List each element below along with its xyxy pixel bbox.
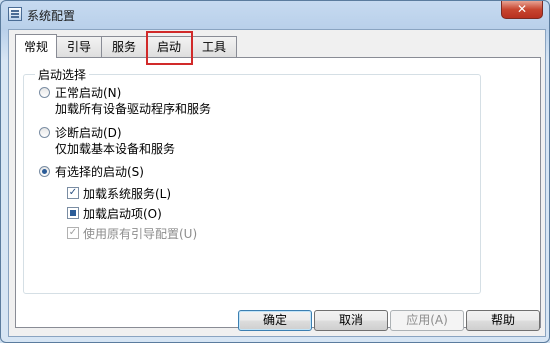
system-config-icon: [8, 7, 22, 21]
diagnostic-startup-label[interactable]: 诊断启动(D): [55, 124, 122, 141]
window-title: 系统配置: [27, 9, 76, 23]
load-system-services-label[interactable]: 加载系统服务(L): [83, 185, 171, 202]
tab-general[interactable]: 常规: [15, 34, 57, 58]
startup-tab-highlight: [146, 31, 193, 65]
diagnostic-startup-radio[interactable]: [39, 127, 50, 138]
close-button[interactable]: ✕: [501, 1, 543, 19]
group-legend: 启动选择: [35, 66, 90, 83]
title-bar[interactable]: 系统配置 ✕: [1, 1, 549, 29]
use-original-boot-config-checkbox: ✓: [67, 227, 79, 239]
load-startup-items-checkbox[interactable]: [67, 207, 79, 219]
cancel-button[interactable]: 取消: [314, 310, 388, 331]
load-startup-items-label[interactable]: 加载启动项(O): [83, 205, 162, 222]
ok-button[interactable]: 确定: [238, 310, 312, 331]
diagnostic-startup-description: 仅加载基本设备和服务: [55, 142, 176, 156]
selective-startup-label[interactable]: 有选择的启动(S): [55, 163, 144, 180]
tab-tools[interactable]: 工具: [191, 36, 237, 57]
tab-services[interactable]: 服务: [101, 36, 147, 57]
apply-button: 应用(A): [390, 310, 464, 331]
use-original-boot-config-label: 使用原有引导配置(U): [83, 227, 198, 241]
normal-startup-label[interactable]: 正常启动(N): [55, 84, 121, 101]
selective-startup-radio[interactable]: [39, 166, 50, 177]
normal-startup-description: 加载所有设备驱动程序和服务: [55, 102, 212, 116]
system-config-window: 系统配置 ✕ 常规 引导 服务 启动 工具 启动选择 正常启动(N) 加载所有设…: [0, 0, 550, 343]
help-button[interactable]: 帮助: [466, 310, 540, 331]
load-system-services-checkbox[interactable]: ✓: [67, 187, 79, 199]
tab-boot[interactable]: 引导: [56, 36, 102, 57]
normal-startup-radio[interactable]: [39, 87, 50, 98]
